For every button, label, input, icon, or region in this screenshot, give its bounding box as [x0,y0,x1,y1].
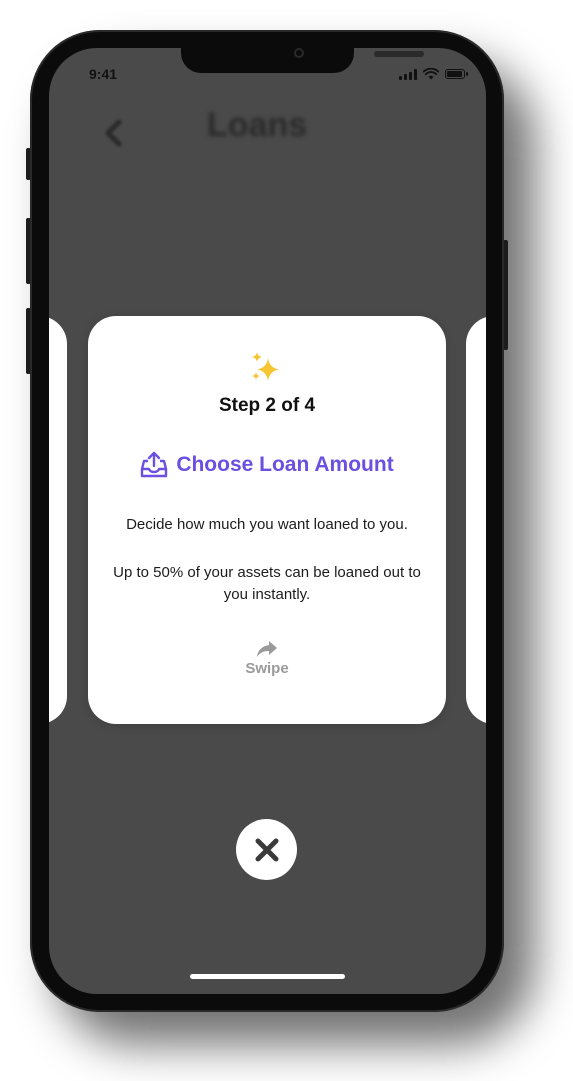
battery-icon [445,69,465,79]
card-title: Choose Loan Amount [176,453,394,476]
card-description-primary: Decide how much you want loaned to you. [126,516,408,533]
home-indicator[interactable] [190,974,345,979]
swipe-hint[interactable]: Swipe [88,640,446,677]
phone-screen: 9:41 Loans Step 2 of 4 Choose Loan Amoun… [49,48,486,994]
step-card[interactable]: Step 2 of 4 Choose Loan Amount Decide ho… [88,316,446,724]
sparkles-icon [252,352,279,381]
status-time: 9:41 [89,66,118,82]
cellular-signal-icon [399,68,417,80]
previous-step-card[interactable] [49,316,67,724]
close-button[interactable] [236,819,297,880]
step-indicator: Step 2 of 4 [218,395,316,416]
notch [181,48,424,73]
next-step-card[interactable] [466,316,486,724]
close-icon [255,838,278,861]
status-icons [399,68,468,80]
chevron-left-icon[interactable] [99,118,129,148]
tray-upload-icon [141,451,168,478]
card-heading: Choose Loan Amount [88,451,446,479]
battery-cap [466,72,468,76]
front-camera [294,48,304,58]
stage: 9:41 Loans Step 2 of 4 Choose Loan Amoun… [0,0,573,1081]
card-description-secondary: Up to 50% of your assets can be loaned o… [113,564,421,603]
share-arrow-icon [257,641,277,657]
page-title: Loans [207,106,308,144]
speaker [374,51,424,57]
swipe-label: Swipe [245,660,289,677]
wifi-icon [423,68,439,80]
